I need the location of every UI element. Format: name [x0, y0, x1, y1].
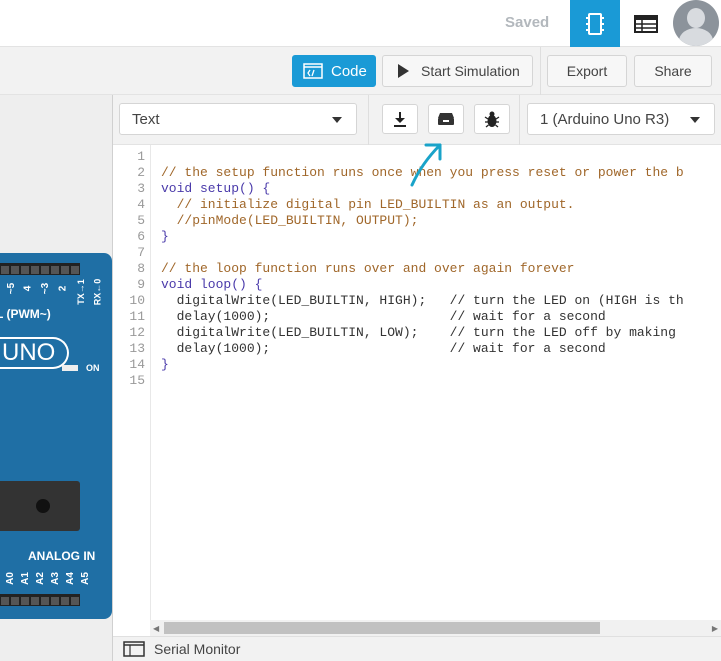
power-led: [62, 365, 78, 371]
line-number-gutter: 1 2 3 4 5 6 7 8 9 10 11 12 13 14 15: [113, 145, 151, 620]
line-number: 6: [137, 229, 145, 244]
line-number: 7: [137, 245, 145, 260]
code-line: void loop() {: [161, 277, 263, 292]
chip-icon: [586, 12, 604, 35]
pwm-label: L (PWM~): [0, 307, 51, 321]
line-number: 8: [137, 261, 145, 276]
pin-label: RX←0: [92, 278, 103, 306]
line-number: 1: [137, 149, 145, 164]
toolbar-divider: [540, 47, 541, 95]
line-number: 14: [129, 357, 145, 372]
serial-monitor-label: Serial Monitor: [154, 641, 241, 657]
start-simulation-button[interactable]: Start Simulation: [382, 55, 533, 87]
play-icon: [398, 64, 409, 78]
line-number: 11: [129, 309, 145, 324]
start-simulation-label: Start Simulation: [421, 63, 520, 79]
code-line: }: [161, 357, 169, 372]
code-line: digitalWrite(LED_BUILTIN, LOW); // turn …: [161, 325, 676, 340]
pin-label: ~5: [6, 282, 18, 295]
code-editor-icon: [303, 63, 323, 79]
analog-header: [0, 594, 80, 606]
code-line: // initialize digital pin LED_BUILTIN as…: [161, 197, 575, 212]
line-number: 10: [129, 293, 145, 308]
code-line: digitalWrite(LED_BUILTIN, HIGH); // turn…: [161, 293, 684, 308]
code-line: // the loop function runs over and over …: [161, 261, 575, 276]
serial-monitor-bar[interactable]: Serial Monitor: [113, 636, 721, 661]
component-list-button[interactable]: [621, 0, 671, 47]
debugger-button[interactable]: [474, 104, 510, 134]
pin-label: TX→1: [75, 279, 86, 305]
microcontroller-chip: [0, 481, 80, 531]
device-value: 1 (Arduino Uno R3): [540, 110, 670, 128]
main-toolbar: Code Start Simulation Export Share: [0, 47, 721, 95]
analog-in-label: ANALOG IN: [28, 549, 96, 563]
code-editor[interactable]: 1 2 3 4 5 6 7 8 9 10 11 12 13 14 15 // t…: [113, 145, 721, 620]
pin-label: A0: [4, 572, 16, 585]
pin-label: A3: [49, 572, 61, 585]
scrollbar-thumb[interactable]: [164, 622, 600, 634]
digital-header: [0, 263, 80, 275]
chevron-down-icon: [332, 117, 342, 123]
share-button[interactable]: Share: [634, 55, 712, 87]
code-line: //pinMode(LED_BUILTIN, OUTPUT);: [161, 213, 419, 228]
horizontal-scrollbar[interactable]: ◀ ▶: [150, 620, 721, 636]
toolbar-divider: [519, 95, 520, 145]
user-avatar[interactable]: [673, 0, 719, 46]
download-code-button[interactable]: [382, 104, 418, 134]
pin-label: A4: [64, 572, 76, 585]
pin-label: 2: [57, 285, 69, 292]
scroll-right-icon[interactable]: ▶: [712, 624, 718, 633]
pin-label: 4: [22, 285, 34, 292]
pin-label: ~3: [40, 282, 52, 295]
code-button[interactable]: Code: [292, 55, 376, 87]
code-line: delay(1000); // wait for a second: [161, 309, 606, 324]
uno-logo: UNO: [0, 337, 70, 369]
on-label: ON: [86, 363, 100, 373]
line-number: 15: [129, 373, 145, 388]
toolbar-divider: [368, 95, 369, 145]
library-icon: [438, 113, 454, 125]
circuit-canvas[interactable]: ~5 4 ~3 2 TX→1 RX←0 L (PWM~) UNO ON ANAL…: [0, 95, 113, 661]
code-button-label: Code: [331, 62, 367, 80]
arduino-board[interactable]: ~5 4 ~3 2 TX→1 RX←0 L (PWM~) UNO ON ANAL…: [0, 253, 112, 619]
pin-label: A5: [79, 572, 91, 585]
pin-label: A1: [19, 572, 31, 585]
pin-label: A2: [34, 572, 46, 585]
libraries-button[interactable]: [428, 104, 464, 134]
bug-icon: [484, 111, 500, 128]
circuit-view-button[interactable]: [570, 0, 620, 47]
code-line: delay(1000); // wait for a second: [161, 341, 606, 356]
download-icon: [394, 112, 406, 127]
table-icon: [634, 14, 658, 33]
export-button[interactable]: Export: [547, 55, 627, 87]
annotation-arrow-icon: [410, 143, 442, 187]
line-number: 5: [137, 213, 145, 228]
device-select[interactable]: 1 (Arduino Uno R3): [527, 103, 715, 135]
line-number: 9: [137, 277, 145, 292]
line-number: 3: [137, 181, 145, 196]
avatar-head: [687, 8, 705, 28]
line-number: 12: [129, 325, 145, 340]
top-bar: Saved: [0, 0, 721, 47]
code-line: void setup() {: [161, 181, 271, 196]
code-mode-value: Text: [132, 110, 160, 128]
line-number: 13: [129, 341, 145, 356]
code-line: }: [161, 229, 169, 244]
chevron-down-icon: [690, 117, 700, 123]
scroll-left-icon[interactable]: ◀: [153, 624, 159, 633]
avatar-shoulders: [679, 28, 713, 46]
save-status: Saved: [505, 14, 550, 31]
line-number: 4: [137, 197, 145, 212]
terminal-icon: [123, 641, 145, 657]
code-mode-select[interactable]: Text: [119, 103, 357, 135]
line-number: 2: [137, 165, 145, 180]
